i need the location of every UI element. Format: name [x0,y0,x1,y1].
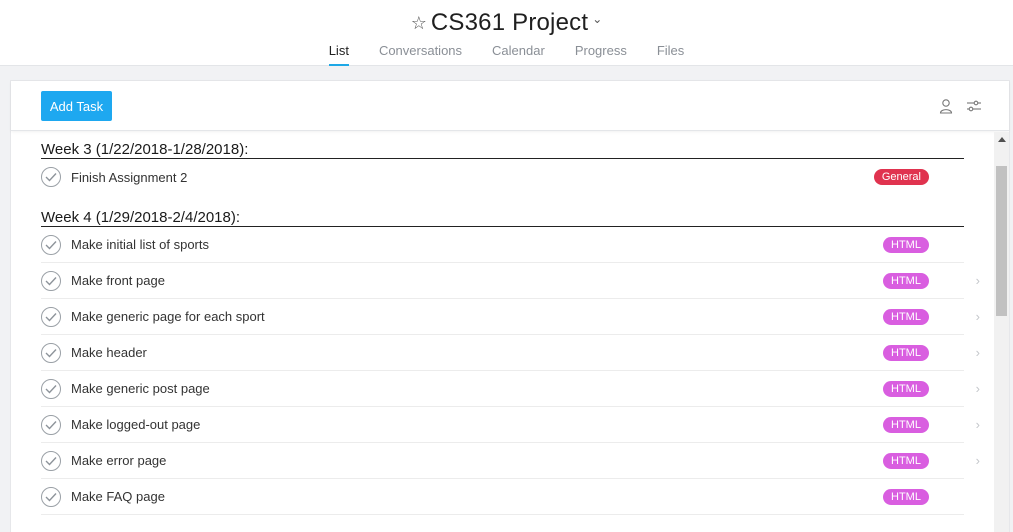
check-circle-icon[interactable] [41,234,61,255]
add-task-button[interactable]: Add Task [41,91,112,121]
task-row[interactable]: Make logged-out page HTML › [41,407,980,443]
task-label: Make logged-out page [71,417,201,432]
project-title: CS361 Project [430,9,589,36]
tag-badge: HTML [883,453,929,469]
chevron-right-icon[interactable]: › [976,417,980,432]
task-row[interactable]: Make error page HTML › [41,443,980,479]
scroll-up-arrow-icon[interactable] [994,132,1009,146]
check-circle-icon[interactable] [41,486,61,507]
task-label: Make FAQ page [71,489,165,504]
week-header: Week 3 (1/22/2018-1/28/2018): [41,137,964,159]
tag-badge: HTML [883,309,929,325]
task-toolbar: Add Task [11,81,1009,131]
task-label: Make generic page for each sport [71,309,265,324]
chevron-down-icon[interactable]: ⌄ [592,12,602,26]
check-circle-icon[interactable] [41,270,61,291]
tag-badge: HTML [883,381,929,397]
check-circle-icon[interactable] [41,167,61,187]
task-row[interactable]: Finish Assignment 2 General [41,159,964,195]
vertical-scrollbar[interactable] [994,132,1009,532]
chevron-right-icon[interactable]: › [976,453,980,468]
tab-files[interactable]: Files [657,40,684,66]
tag-badge: General [873,169,929,185]
week-header: Week 4 (1/29/2018-2/4/2018): [41,205,964,227]
task-row[interactable]: Make FAQ page HTML [41,479,964,515]
chevron-right-icon[interactable]: › [976,345,980,360]
filter-sliders-icon[interactable] [966,98,982,114]
tag-badge: HTML [883,237,929,253]
tag-badge: HTML [883,417,929,433]
task-panel: Add Task Week 3 (1/22/2018-1/28/2018): F… [10,80,1010,532]
chevron-right-icon[interactable]: › [976,381,980,396]
tab-calendar[interactable]: Calendar [492,40,545,66]
tag-badge: HTML [883,345,929,361]
task-row[interactable]: Make generic page for each sport HTML › [41,299,980,335]
task-label: Finish Assignment 2 [71,169,188,185]
task-label: Make front page [71,273,165,288]
task-row[interactable]: Make generic post page HTML › [41,371,980,407]
chevron-right-icon[interactable]: › [976,273,980,288]
task-label: Make error page [71,453,167,468]
task-row[interactable]: Make initial list of sports HTML [41,227,964,263]
task-row[interactable]: Make front page HTML › [41,263,980,299]
project-tabs: List Conversations Calendar Progress Fil… [0,40,1013,66]
tab-progress[interactable]: Progress [575,40,627,66]
title-row: ☆ CS361 Project ⌄ [0,8,1013,38]
project-header: ☆ CS361 Project ⌄ List Conversations Cal… [0,0,1013,66]
task-label: Make initial list of sports [71,237,209,252]
tab-conversations[interactable]: Conversations [379,40,462,66]
check-circle-icon[interactable] [41,450,61,471]
check-circle-icon[interactable] [41,342,61,363]
person-icon[interactable] [938,98,954,114]
check-circle-icon[interactable] [41,378,61,399]
task-list: Week 3 (1/22/2018-1/28/2018): Finish Ass… [41,137,980,515]
scroll-thumb[interactable] [996,166,1007,316]
check-circle-icon[interactable] [41,414,61,435]
tab-list[interactable]: List [328,40,350,66]
tag-badge: HTML [883,489,929,505]
star-icon[interactable]: ☆ [411,14,427,32]
chevron-right-icon[interactable]: › [976,309,980,324]
task-row[interactable]: Make header HTML › [41,335,980,371]
check-circle-icon[interactable] [41,306,61,327]
tag-badge: HTML [883,273,929,289]
task-label: Make header [71,345,147,360]
task-label: Make generic post page [71,381,210,396]
